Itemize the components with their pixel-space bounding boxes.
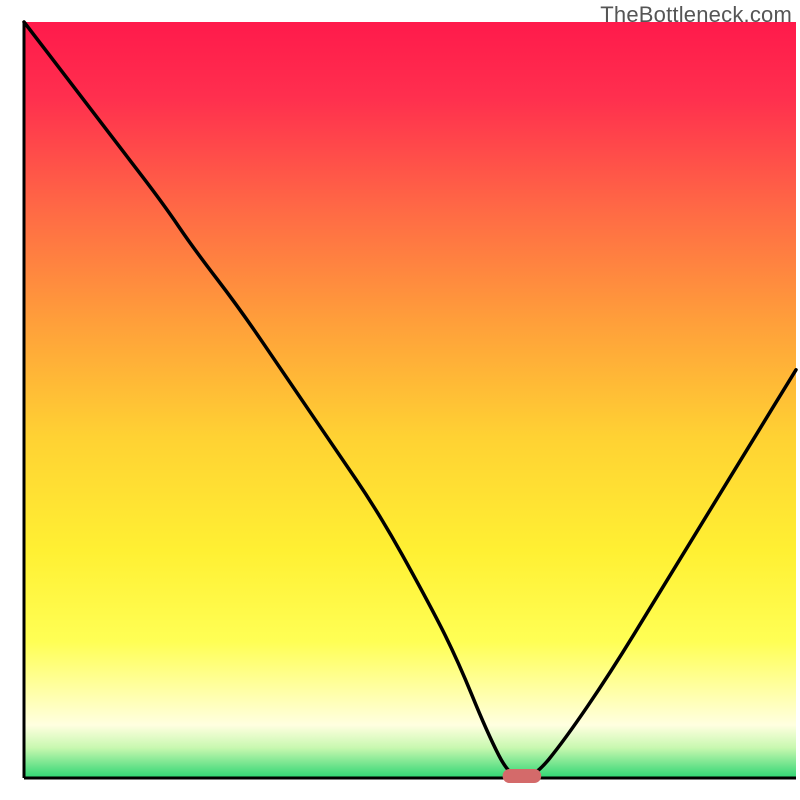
optimal-marker-pill (503, 769, 542, 783)
plot-background (24, 22, 796, 778)
chart-container: TheBottleneck.com (0, 0, 800, 800)
watermark-text: TheBottleneck.com (600, 2, 792, 28)
bottleneck-chart (0, 0, 800, 800)
